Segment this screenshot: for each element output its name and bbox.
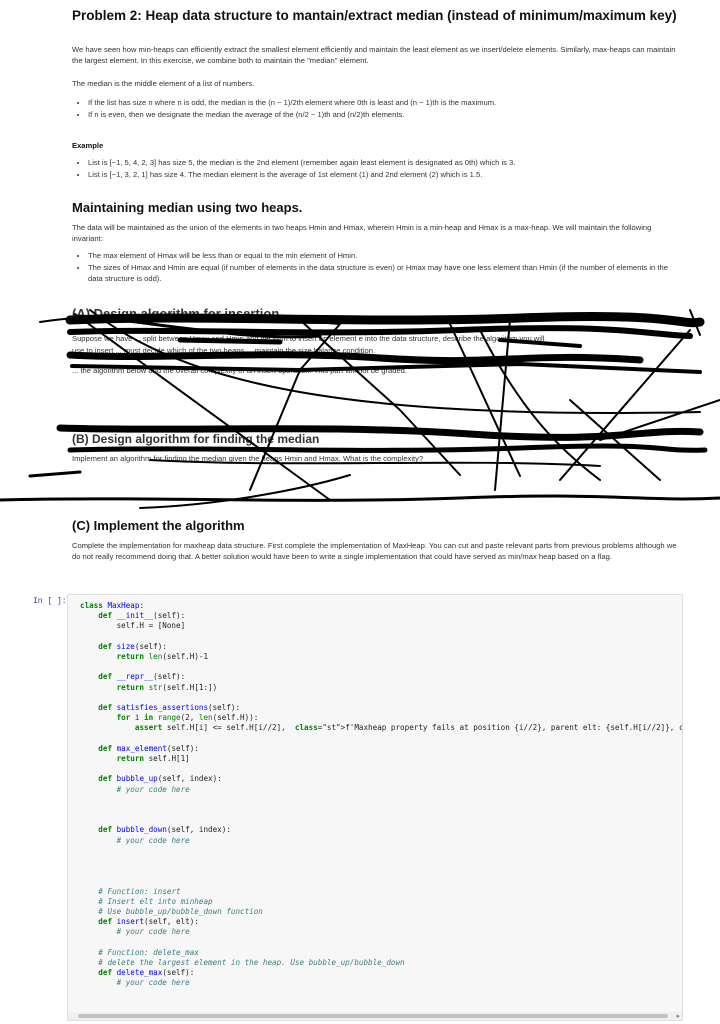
section-heading-two-heaps: Maintaining median using two heaps. [72,200,303,215]
example-list: List is [−1, 5, 4, 2, 3] has size 5, the… [72,157,682,180]
code-line[interactable]: def size(self): [80,642,167,651]
code-line[interactable]: def __init__(self): [80,611,185,620]
code-line[interactable]: return len(self.H)-1 [80,652,208,661]
median-rule-odd: If the list has size n where n is odd, t… [88,97,682,108]
section-heading-c: (C) Implement the algorithm [72,518,245,533]
invariant-list: The max element of Hmax will be less tha… [72,250,682,284]
problem-title: Problem 2: Heap data structure to mantai… [72,8,677,23]
code-line[interactable]: def bubble_down(self, index): [80,825,231,834]
code-line[interactable]: # your code here [80,978,190,987]
code-line[interactable]: def bubble_up(self, index): [80,774,221,783]
horizontal-scrollbar[interactable]: ▸ [68,1012,682,1020]
code-line[interactable]: def satisfies_assertions(self): [80,703,240,712]
code-line[interactable]: # Function: delete_max [80,948,199,957]
scrollbar-thumb[interactable] [78,1014,668,1018]
code-line[interactable]: # your code here [80,836,190,845]
problem-intro: We have seen how min-heaps can efficient… [72,45,676,65]
code-line[interactable]: return self.H[1] [80,754,190,763]
median-rules-list: If the list has size n where n is odd, t… [72,97,682,120]
code-line[interactable]: def insert(self, elt): [80,917,199,926]
scribble-overlay [0,309,720,509]
example-item: List is [−1, 3, 2, 1] has size 4. The me… [88,169,682,180]
code-line[interactable]: # delete the largest element in the heap… [80,958,404,967]
code-line[interactable]: class MaxHeap: [80,601,144,610]
code-line[interactable]: def delete_max(self): [80,968,194,977]
code-line[interactable]: # Use bubble_up/bubble_down function [80,907,263,916]
code-line[interactable]: # your code here [80,927,190,936]
code-line[interactable]: # Function: insert [80,887,180,896]
code-line[interactable]: def max_element(self): [80,744,199,753]
code-cell[interactable]: class MaxHeap: def __init__(self): self.… [67,594,683,1021]
code-line[interactable]: assert self.H[i] <= self.H[i//2], class=… [80,723,682,732]
cell-prompt: In [ ]: [33,597,67,606]
code-line[interactable]: def __repr__(self): [80,672,185,681]
median-rule-even: If n is even, then we designate the medi… [88,109,682,120]
code-line[interactable]: return str(self.H[1:]) [80,683,218,692]
two-heaps-text: The data will be maintained as the union… [72,223,652,243]
code-line[interactable]: self.H = [None] [80,621,186,630]
example-label: Example [72,141,104,150]
code-line[interactable]: for i in range(2, len(self.H)): [80,713,259,722]
invariant-item: The sizes of Hmax and Hmin are equal (if… [88,262,682,284]
median-definition: The median is the middle element of a li… [72,79,255,88]
invariant-item: The max element of Hmax will be less tha… [88,250,682,261]
code-line[interactable]: # Insert elt into minheap [80,897,212,906]
code-line[interactable]: # your code here [80,785,190,794]
scroll-right-arrow-icon[interactable]: ▸ [676,1012,680,1020]
section-c-text: Complete the implementation for maxheap … [72,541,677,561]
example-item: List is [−1, 5, 4, 2, 3] has size 5, the… [88,157,682,168]
